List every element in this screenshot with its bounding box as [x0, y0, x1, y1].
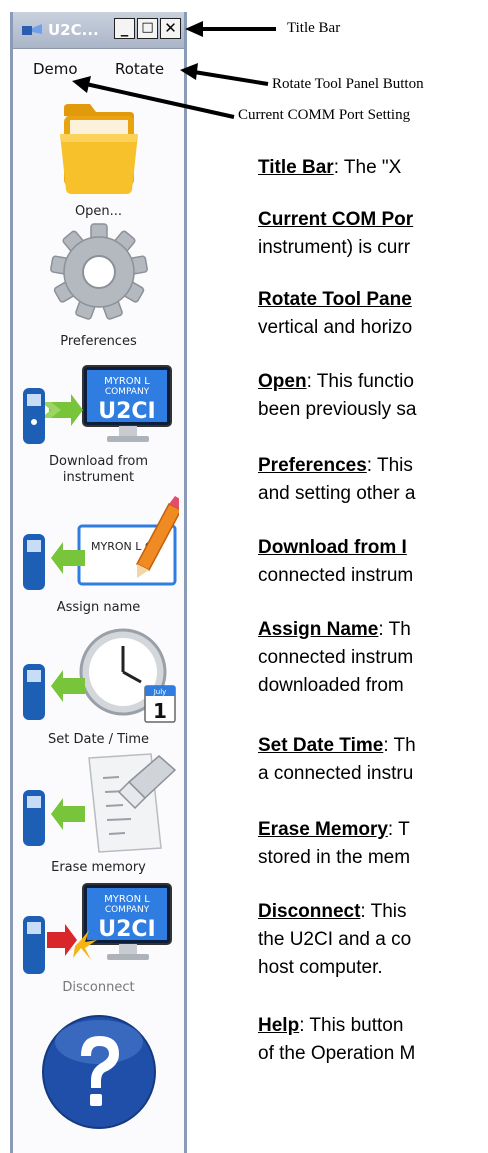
desc-help: Help: This button of the Operation M — [258, 1012, 488, 1068]
term-preferences: Preferences — [258, 455, 367, 476]
term-rotate: Rotate Tool Pane — [258, 289, 412, 310]
desc-set-date-line1: : Th — [383, 735, 416, 756]
desc-disconnect-line3: host computer. — [258, 957, 383, 978]
gear-icon — [49, 223, 148, 320]
disconnect-monitor-big-text: U2CI — [98, 917, 156, 942]
tool-panel: U2C... _ □ ✕ Demo Rotate Open... Prefere… — [10, 12, 187, 1153]
help-tool[interactable] — [13, 1012, 184, 1132]
desc-help-line2: of the Operation M — [258, 1043, 416, 1064]
erase-memory-tool[interactable]: Erase memory — [13, 752, 184, 876]
disconnect-tool[interactable]: MYRON L COMPANY U2CI Disconnect — [13, 882, 184, 996]
calendar-month: July — [152, 688, 166, 696]
assign-name-icon: MYRON L CO — [22, 496, 179, 590]
desc-assign-line2: connected instrum — [258, 647, 414, 668]
monitor-text-2: COMPANY — [104, 387, 149, 397]
term-download: Download from I — [258, 537, 407, 558]
term-disconnect: Disconnect — [258, 901, 361, 922]
assign-name-label: Assign name — [56, 600, 141, 615]
disconnect-monitor-text-2: COMPANY — [104, 905, 149, 915]
preferences-label: Preferences — [60, 334, 137, 349]
desc-set-date: Set Date Time: Th a connected instru — [258, 732, 488, 788]
disconnect-label: Disconnect — [62, 980, 135, 995]
callout-comm-port: Current COMM Port Setting — [238, 107, 411, 123]
desc-disconnect-line2: the U2CI and a co — [258, 929, 412, 950]
download-icon: MYRON L COMPANY U2CI — [22, 365, 172, 444]
desc-com-port: Current COM Por instrument) is curr — [258, 206, 488, 262]
desc-disconnect-line1: : This — [360, 901, 407, 922]
desc-disconnect: Disconnect: This the U2CI and a co host … — [258, 898, 488, 982]
term-title-bar: Title Bar — [258, 157, 334, 178]
desc-open-line2: been previously sa — [258, 399, 417, 420]
desc-title-bar-text: : The "X — [333, 157, 402, 178]
desc-title-bar: Title Bar: The "X — [258, 154, 488, 182]
download-label-line1: Download from — [48, 454, 148, 469]
desc-com-port-line2: instrument) is curr — [258, 237, 411, 258]
desc-assign: Assign Name: Th connected instrum downlo… — [258, 616, 488, 700]
calendar-day: 1 — [153, 699, 167, 723]
download-label-line2: instrument — [62, 470, 135, 485]
term-set-date: Set Date Time — [258, 735, 384, 756]
callout-title-bar: Title Bar — [287, 20, 341, 36]
monitor-text-1: MYRON L — [104, 376, 150, 387]
arrow-head-rotate — [180, 63, 198, 80]
desc-download-line2: connected instrum — [258, 565, 414, 586]
assign-name-tool[interactable]: MYRON L CO Assign name — [13, 496, 184, 616]
term-erase: Erase Memory — [258, 819, 388, 840]
open-label: Open... — [74, 204, 123, 219]
clock-calendar-icon: July 1 — [22, 628, 176, 723]
term-assign: Assign Name — [258, 619, 379, 640]
term-open: Open — [258, 371, 307, 392]
arrow-head-comm — [72, 76, 91, 93]
term-help: Help — [258, 1015, 300, 1036]
monitor-big-text: U2CI — [98, 399, 156, 424]
help-icon — [41, 1015, 156, 1129]
desc-erase-line1: : T — [387, 819, 410, 840]
set-date-time-tool[interactable]: July 1 Set Date / Time — [13, 624, 184, 748]
desc-preferences: Preferences: This and setting other a — [258, 452, 488, 508]
callout-rotate-button: Rotate Tool Panel Button — [272, 76, 424, 92]
preferences-tool[interactable]: Preferences — [13, 222, 184, 350]
disconnect-icon: MYRON L COMPANY U2CI — [22, 883, 172, 974]
desc-rotate-line2: vertical and horizo — [258, 317, 413, 338]
desc-preferences-line2: and setting other a — [258, 483, 416, 504]
desc-assign-line3: downloaded from — [258, 675, 404, 696]
desc-erase: Erase Memory: T stored in the mem — [258, 816, 488, 872]
desc-erase-line2: stored in the mem — [258, 847, 411, 868]
desc-help-line1: : This button — [299, 1015, 404, 1036]
download-tool[interactable]: MYRON L COMPANY U2CI Download from instr… — [13, 364, 184, 486]
desc-preferences-line1: : This — [366, 455, 413, 476]
arrow-head-title — [185, 21, 203, 37]
desc-set-date-line2: a connected instru — [258, 763, 414, 784]
eraser-icon — [22, 753, 176, 853]
desc-assign-line1: : Th — [378, 619, 411, 640]
desc-open-line1: : This functio — [306, 371, 414, 392]
desc-download: Download from I connected instrum — [258, 534, 488, 590]
erase-memory-label: Erase memory — [51, 860, 146, 875]
disconnect-monitor-text-1: MYRON L — [104, 894, 150, 905]
desc-rotate: Rotate Tool Pane vertical and horizo — [258, 286, 488, 342]
desc-open: Open: This functio been previously sa — [258, 368, 488, 424]
set-date-time-label: Set Date / Time — [47, 732, 149, 747]
term-com-port: Current COM Por — [258, 209, 414, 230]
